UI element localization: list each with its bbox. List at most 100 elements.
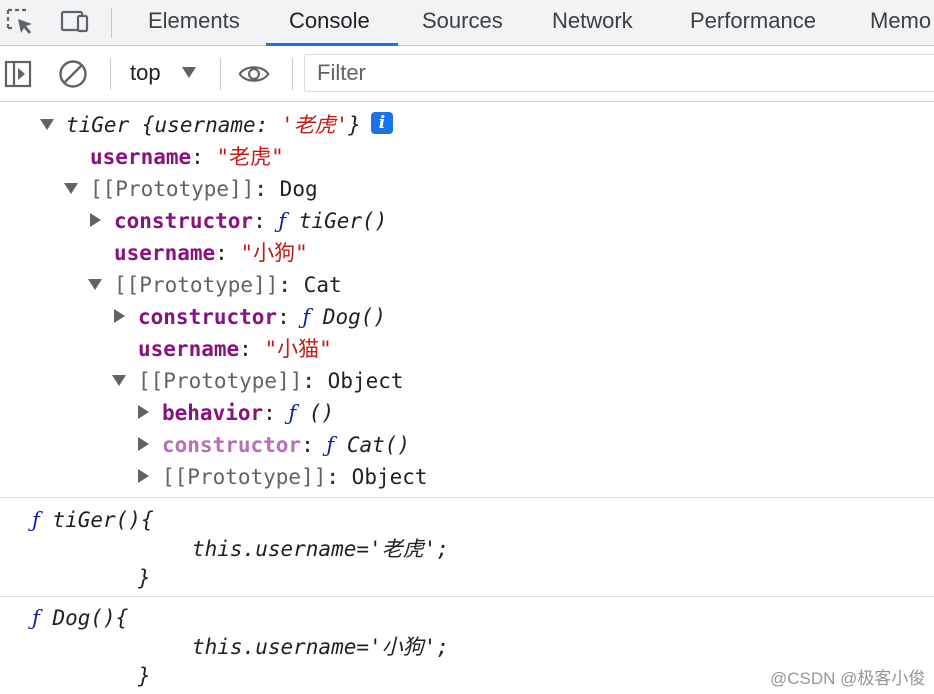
property-value: "小猫" xyxy=(264,337,332,361)
property-value: Dog() xyxy=(322,305,387,329)
inspect-element-icon[interactable] xyxy=(4,6,36,38)
collapsed-arrow-icon[interactable] xyxy=(138,469,149,483)
function-output-close: } xyxy=(138,566,151,590)
preview-brace: } xyxy=(348,113,361,137)
property-key: behavior xyxy=(162,401,264,425)
watermark: @CSDN @极客小俊 xyxy=(770,669,926,688)
colon: : xyxy=(239,337,265,361)
code-text: ; xyxy=(436,635,449,659)
preview-value: '老虎' xyxy=(280,113,349,137)
clear-console-icon[interactable] xyxy=(57,58,89,90)
colon: : xyxy=(253,209,279,233)
function-icon: ƒ xyxy=(288,401,297,425)
prototype-key: [[Prototype]] xyxy=(138,369,303,393)
device-toolbar-icon[interactable] xyxy=(58,6,90,38)
colon: : xyxy=(254,177,280,201)
property-key: constructor xyxy=(162,433,302,457)
console-message-divider xyxy=(0,596,934,597)
property-value: Cat() xyxy=(346,433,411,457)
property-row: username: "小猫" xyxy=(138,333,332,365)
code-text: this.username= xyxy=(192,537,370,561)
filter-input[interactable] xyxy=(317,59,917,87)
object-name: tiGer xyxy=(66,113,130,137)
property-key: username xyxy=(114,241,216,265)
function-icon: ƒ xyxy=(32,508,40,532)
colon: : xyxy=(301,433,327,457)
property-value: () xyxy=(308,401,335,425)
console-toolbar: top xyxy=(0,46,934,102)
code-text: ; xyxy=(436,537,449,561)
property-key: username xyxy=(138,337,240,361)
tab-performance[interactable]: Performance xyxy=(690,0,816,46)
function-icon: ƒ xyxy=(326,433,335,457)
prototype-key: [[Prototype]] xyxy=(114,273,279,297)
prototype-type: Object xyxy=(327,369,404,393)
function-output-header: ƒ Dog(){ xyxy=(32,603,128,633)
expand-arrow-icon[interactable] xyxy=(64,182,78,194)
expand-arrow-icon[interactable] xyxy=(40,118,54,130)
live-expression-eye-icon[interactable] xyxy=(238,58,270,90)
function-icon: ƒ xyxy=(278,209,287,233)
function-output-body: this.username='小狗'; xyxy=(192,632,449,662)
toolbar-separator xyxy=(292,58,293,90)
console-message-divider xyxy=(0,497,934,498)
prototype-key: [[Prototype]] xyxy=(90,177,255,201)
property-row: username: "老虎" xyxy=(90,141,284,173)
preview-key: username xyxy=(154,113,256,137)
expand-arrow-icon[interactable] xyxy=(88,278,102,290)
function-icon: ƒ xyxy=(32,606,40,630)
code-text: this.username= xyxy=(192,635,370,659)
property-value: tiGer() xyxy=(298,209,388,233)
prototype-type: Cat xyxy=(303,273,342,297)
colon: : xyxy=(326,465,352,489)
prototype-row[interactable]: [[Prototype]]: Object xyxy=(112,365,404,397)
function-icon: ƒ xyxy=(302,305,311,329)
colon: : xyxy=(278,273,304,297)
chevron-down-icon[interactable] xyxy=(182,67,196,78)
expand-arrow-icon[interactable] xyxy=(112,374,126,386)
prototype-type: Object xyxy=(351,465,428,489)
property-row[interactable]: behavior: ƒ () xyxy=(138,397,334,429)
colon: : xyxy=(263,401,289,425)
tab-sources[interactable]: Sources xyxy=(422,0,503,46)
info-icon[interactable]: i xyxy=(370,112,393,134)
property-key: username xyxy=(90,145,192,169)
function-output-body: this.username='老虎'; xyxy=(192,534,449,564)
function-signature: Dog(){ xyxy=(52,606,129,630)
tab-network[interactable]: Network xyxy=(552,0,633,46)
function-output-close: } xyxy=(138,664,151,688)
colon: : xyxy=(191,145,217,169)
property-row[interactable]: constructor: ƒ Cat() xyxy=(138,429,410,461)
tab-elements[interactable]: Elements xyxy=(148,0,240,46)
preview-brace: { xyxy=(141,113,155,137)
property-value: "老虎" xyxy=(216,145,284,169)
function-signature: tiGer(){ xyxy=(52,508,154,532)
filter-box xyxy=(304,54,934,92)
prototype-row[interactable]: [[Prototype]]: Cat xyxy=(88,269,342,301)
context-selector[interactable]: top xyxy=(130,60,161,86)
code-string: '老虎' xyxy=(369,537,437,561)
property-value: "小狗" xyxy=(240,241,308,265)
collapsed-arrow-icon[interactable] xyxy=(90,213,101,227)
collapsed-arrow-icon[interactable] xyxy=(138,437,149,451)
tab-memory[interactable]: Memo xyxy=(870,0,931,46)
property-key: constructor xyxy=(138,305,278,329)
property-key: constructor xyxy=(114,209,254,233)
colon: : xyxy=(215,241,241,265)
function-output-header: ƒ tiGer(){ xyxy=(32,505,154,535)
collapsed-arrow-icon[interactable] xyxy=(114,309,125,323)
collapsed-arrow-icon[interactable] xyxy=(138,405,149,419)
prototype-row[interactable]: [[Prototype]]: Dog xyxy=(64,173,318,205)
tab-console[interactable]: Console xyxy=(289,0,370,46)
property-row[interactable]: constructor: ƒ Dog() xyxy=(114,301,386,333)
prototype-row[interactable]: [[Prototype]]: Object xyxy=(138,461,428,493)
prototype-type: Dog xyxy=(279,177,318,201)
property-row: username: "小狗" xyxy=(114,237,308,269)
prototype-key: [[Prototype]] xyxy=(162,465,327,489)
toolbar-separator xyxy=(110,58,111,90)
sidebar-toggle-icon[interactable] xyxy=(2,58,34,90)
property-row[interactable]: constructor: ƒ tiGer() xyxy=(90,205,387,237)
tabbar-separator xyxy=(111,8,112,38)
code-string: '小狗' xyxy=(369,635,437,659)
tree-root-row[interactable]: tiGer {username: '老虎'} i xyxy=(40,109,393,141)
